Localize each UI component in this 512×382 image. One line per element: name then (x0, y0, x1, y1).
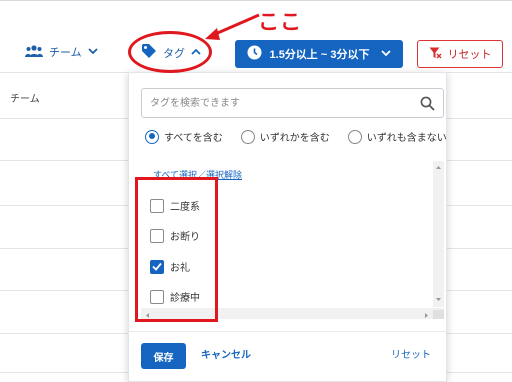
save-button[interactable]: 保存 (141, 343, 186, 369)
toolbar-reset-label: リセット (447, 49, 492, 61)
annotation-arrow (205, 13, 260, 40)
radio-label: いずれも含まない (366, 133, 447, 144)
team-filter-label: チーム (49, 47, 82, 59)
panel-reset-button[interactable]: リセット (391, 343, 431, 369)
duration-range-label: 1.5分以上 ~ 3分以下 (269, 49, 370, 61)
cancel-button[interactable]: キャンセル (201, 343, 251, 369)
annotation-label: ここ (258, 11, 302, 34)
vertical-scrollbar[interactable] (433, 161, 444, 307)
chevron-down-icon (381, 48, 392, 60)
tag-match-radio[interactable]: いずれも含まない (347, 129, 447, 144)
tag-match-radio[interactable]: すべてを含む (145, 129, 223, 144)
radio-button-icon (347, 129, 362, 144)
search-icon[interactable] (420, 96, 435, 116)
radio-label: すべてを含む (164, 133, 223, 144)
tag-search-input[interactable] (142, 89, 402, 117)
team-filter-button[interactable]: チーム (25, 44, 98, 60)
chevron-down-icon (88, 46, 98, 58)
tag-match-radio[interactable]: いずれかを含む (240, 129, 330, 144)
radio-button-icon (145, 129, 159, 144)
toolbar-reset-button[interactable]: リセット (417, 40, 503, 68)
tag-match-radio-group: すべてを含む いずれかを含む いずれも含まない (145, 129, 447, 144)
clock-icon (247, 45, 262, 63)
annotation-highlight-box (135, 177, 218, 322)
people-icon (25, 44, 43, 60)
top-border (0, 0, 512, 1)
tag-search-box (141, 88, 444, 118)
radio-label: いずれかを含む (259, 133, 330, 144)
radio-button-icon (240, 129, 255, 144)
footer-divider (129, 331, 448, 332)
filter-clear-icon (429, 47, 442, 62)
table-header-team: チーム (10, 94, 40, 105)
